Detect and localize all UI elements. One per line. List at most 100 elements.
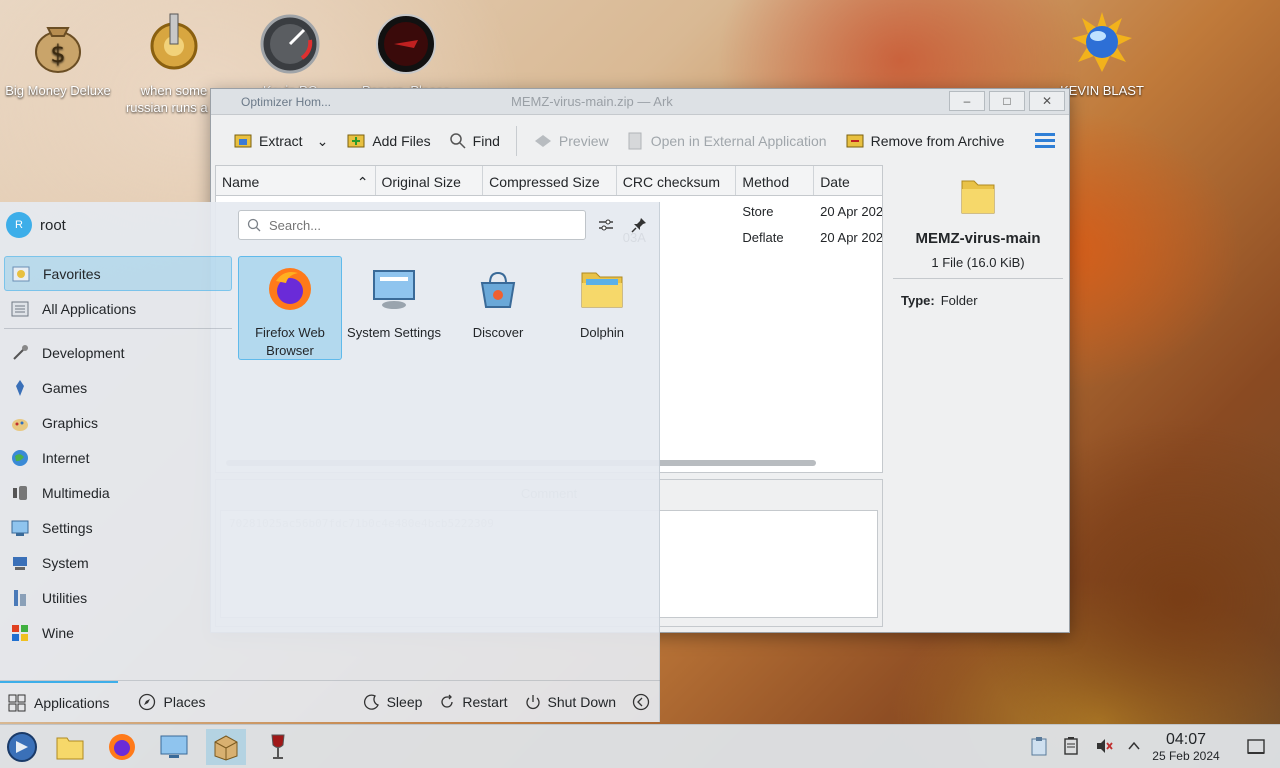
- close-button[interactable]: ✕: [1029, 91, 1065, 111]
- ark-title-bar[interactable]: Optimizer Hom... MEMZ-virus-main.zip — A…: [211, 89, 1069, 115]
- search-input[interactable]: [269, 217, 569, 233]
- extract-icon: [234, 134, 252, 148]
- category-development[interactable]: Development: [4, 335, 232, 370]
- shut-down-button[interactable]: Shut Down: [524, 693, 616, 711]
- details-type: Type: Folder: [901, 293, 978, 308]
- favorite-firefox[interactable]: Firefox Web Browser: [238, 256, 342, 360]
- search-field[interactable]: [238, 210, 586, 240]
- minimize-button[interactable]: –: [949, 91, 985, 111]
- development-icon: [13, 344, 28, 360]
- remove-from-archive-button[interactable]: Remove from Archive: [839, 127, 1011, 155]
- favorites-icon: [12, 266, 30, 281]
- preview-button[interactable]: Preview: [527, 127, 615, 155]
- column-name[interactable]: Name ⌃: [216, 166, 376, 195]
- toolbar-separator: [515, 126, 517, 156]
- category-utilities[interactable]: Utilities: [4, 580, 232, 615]
- tab-applications[interactable]: Applications: [0, 680, 118, 723]
- taskbar-firefox[interactable]: [102, 729, 142, 765]
- search-icon: [449, 133, 466, 149]
- sleep-button[interactable]: Sleep: [363, 693, 422, 711]
- favorite-label: System Settings: [347, 325, 441, 340]
- column-date[interactable]: Date: [814, 166, 882, 195]
- taskbar-system-settings[interactable]: [154, 729, 194, 765]
- category-all-applications[interactable]: All Applications: [4, 291, 232, 326]
- favorites-grid: Firefox Web Browser System Settings Disc…: [238, 256, 654, 360]
- settings-icon: [11, 520, 29, 536]
- desktop-icon-big-money[interactable]: $ Big Money Deluxe: [3, 4, 113, 99]
- money-bag-icon: $: [35, 27, 81, 73]
- category-multimedia[interactable]: Multimedia: [4, 475, 232, 510]
- desktop-icon-papers-please[interactable]: Papers, Please: [351, 4, 461, 99]
- hamburger-menu-icon[interactable]: [1035, 133, 1055, 151]
- show-desktop-button[interactable]: [1236, 729, 1276, 765]
- behind-window-title: Optimizer Hom...: [241, 95, 332, 109]
- open-external-button[interactable]: Open in External Application: [621, 127, 833, 155]
- utilities-icon: [14, 589, 26, 606]
- category-graphics[interactable]: Graphics: [4, 405, 232, 440]
- row-date: 20 Apr 202: [820, 230, 882, 245]
- gauge-icon: [260, 14, 320, 74]
- clock-date: 25 Feb 2024: [1152, 749, 1220, 763]
- volume-muted-icon[interactable]: [1094, 736, 1120, 759]
- open-external-icon: [628, 132, 642, 150]
- more-options-button[interactable]: [632, 693, 650, 711]
- system-settings-icon: [160, 735, 188, 758]
- favorite-discover[interactable]: Discover: [446, 256, 550, 360]
- svg-text:$: $: [50, 40, 65, 68]
- chevron-down-icon[interactable]: ⌄: [317, 133, 329, 150]
- column-method[interactable]: Method: [736, 166, 815, 195]
- battery-tray-icon[interactable]: [1062, 736, 1088, 759]
- remove-archive-icon: [846, 134, 864, 148]
- taskbar-dolphin[interactable]: [50, 729, 90, 765]
- clock[interactable]: 04:07 25 Feb 2024: [1140, 731, 1232, 763]
- gear-icon: [150, 13, 198, 70]
- power-icon: [525, 695, 540, 710]
- start-menu-button[interactable]: [2, 729, 42, 765]
- details-info: 1 File (16.0 KiB): [893, 255, 1063, 279]
- category-internet[interactable]: Internet: [4, 440, 232, 475]
- favorite-dolphin[interactable]: Dolphin: [550, 256, 654, 360]
- search-icon: [247, 218, 261, 232]
- configure-icon[interactable]: [595, 214, 617, 236]
- extract-button[interactable]: Extract ⌄: [227, 127, 334, 155]
- category-settings[interactable]: Settings: [4, 510, 232, 545]
- launcher-user[interactable]: R root: [6, 212, 66, 238]
- taskbar-ark[interactable]: [206, 729, 246, 765]
- applications-grid-icon: [8, 694, 26, 711]
- pin-icon[interactable]: [628, 214, 650, 236]
- category-system[interactable]: System: [4, 545, 232, 580]
- column-crc[interactable]: CRC checksum: [617, 166, 737, 195]
- column-compressed-size[interactable]: Compressed Size: [483, 166, 617, 195]
- add-files-button[interactable]: Add Files: [340, 127, 436, 155]
- column-original-size[interactable]: Original Size: [376, 166, 484, 195]
- restart-icon: [441, 694, 454, 708]
- application-launcher: R root Favorites All Applications Develo…: [0, 202, 660, 722]
- discover-icon: [480, 271, 516, 308]
- category-list: Favorites All Applications Development G…: [4, 256, 232, 650]
- system-icon: [13, 556, 27, 570]
- favorite-label: Discover: [472, 325, 524, 340]
- desktop-icon-kevin-blast[interactable]: KEVIN BLAST: [1047, 4, 1157, 99]
- firefox-icon: [269, 268, 311, 310]
- restart-button[interactable]: Restart: [438, 693, 508, 711]
- extract-label: Extract: [259, 133, 303, 149]
- find-button[interactable]: Find: [443, 128, 506, 154]
- maximize-button[interactable]: □: [989, 91, 1025, 111]
- taskbar-wine[interactable]: [258, 729, 298, 765]
- sleep-icon: [363, 694, 379, 710]
- details-pane: MEMZ-virus-main 1 File (16.0 KiB) Type: F…: [893, 165, 1063, 475]
- tab-places[interactable]: Places: [130, 681, 214, 723]
- user-name: root: [40, 216, 66, 234]
- category-favorites[interactable]: Favorites: [4, 256, 232, 291]
- preview-label: Preview: [558, 133, 609, 149]
- avatar: R: [6, 212, 32, 238]
- papers-please-icon: [376, 14, 436, 74]
- category-games[interactable]: Games: [4, 370, 232, 405]
- open-external-label: Open in External Application: [650, 133, 827, 149]
- favorite-label: Dolphin: [579, 325, 625, 340]
- remove-label: Remove from Archive: [870, 133, 1005, 149]
- favorite-system-settings[interactable]: System Settings: [342, 256, 446, 360]
- clipboard-tray-icon[interactable]: [1030, 736, 1056, 759]
- desktop-icon-kevin-pc[interactable]: Kevin PC: [235, 4, 345, 99]
- category-wine[interactable]: Wine: [4, 615, 232, 650]
